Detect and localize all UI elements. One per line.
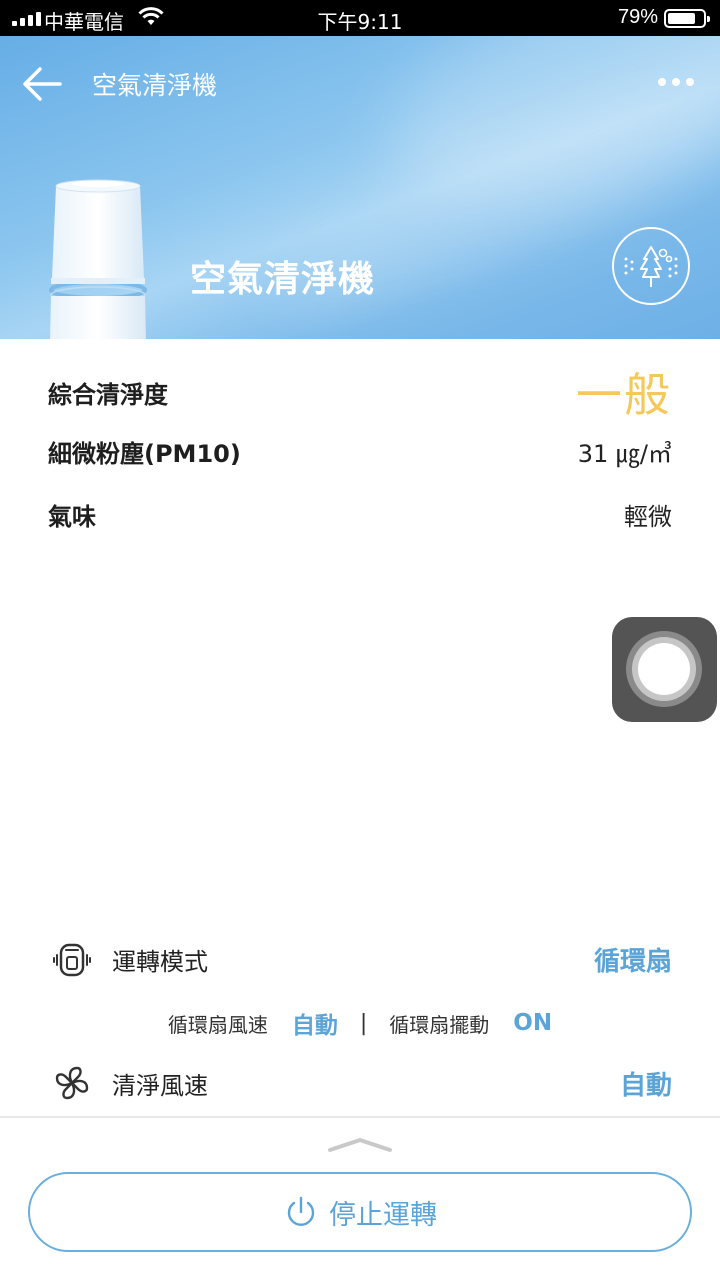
circulator-swing-label: 循環扇擺動 xyxy=(389,1012,490,1037)
air-purifier-image xyxy=(49,179,147,339)
odor-label: 氣味 xyxy=(48,502,96,531)
clean-speed-value[interactable]: 自動 xyxy=(620,1065,672,1102)
clock: 下午9:11 xyxy=(317,10,403,34)
operation-mode-label: 運轉模式 xyxy=(112,947,208,976)
battery-percent: 79% xyxy=(617,6,658,28)
clean-speed-label: 清淨風速 xyxy=(112,1071,208,1100)
status-bar: 中華電信 下午9:11 79% xyxy=(0,0,720,36)
purifier-mode-icon xyxy=(53,943,91,977)
circulator-speed-label: 循環扇風速 xyxy=(167,1012,268,1037)
power-icon xyxy=(287,1196,315,1226)
device-name: 空氣清淨機 xyxy=(190,259,376,300)
battery-fill xyxy=(668,13,695,24)
nav-title: 空氣清淨機 xyxy=(92,71,218,100)
circulator-swing-value[interactable]: ON xyxy=(513,1010,552,1036)
clean-speed-row[interactable]: 清淨風速 自動 xyxy=(48,1058,672,1108)
chevron-up-icon[interactable] xyxy=(326,1134,394,1154)
divider: | xyxy=(359,1010,368,1036)
pm10-row: 細微粉塵(PM10) 31 ㎍/㎥ xyxy=(48,431,672,471)
odor-value: 輕微 xyxy=(624,502,672,531)
stop-operation-button[interactable]: 停止運轉 xyxy=(28,1172,692,1252)
stop-operation-label: 停止運轉 xyxy=(329,1199,437,1231)
divider-line xyxy=(0,1116,720,1118)
back-arrow-icon[interactable] xyxy=(20,64,64,104)
tree-fresh-air-icon xyxy=(624,246,678,287)
overall-cleanliness-label: 綜合清淨度 xyxy=(48,380,168,409)
circulator-settings-row: 循環扇風速 自動 | 循環扇擺動 ON xyxy=(0,1003,720,1043)
device-header: 空氣清淨機 空氣清淨機 xyxy=(0,36,720,339)
overall-cleanliness-row: 綜合清淨度 一般 xyxy=(48,363,672,422)
circulator-speed-value[interactable]: 自動 xyxy=(292,1006,338,1040)
fan-icon xyxy=(55,1066,89,1100)
battery-icon xyxy=(664,9,710,28)
pm10-label: 細微粉塵(PM10) xyxy=(48,439,241,468)
operation-mode-row[interactable]: 運轉模式 循環扇 xyxy=(48,934,672,984)
pm10-value: 31 ㎍/㎥ xyxy=(577,439,672,468)
overall-cleanliness-value: 一般 xyxy=(576,368,672,422)
assistive-touch-button[interactable] xyxy=(612,617,717,722)
odor-row: 氣味 輕微 xyxy=(48,494,672,534)
operation-mode-value[interactable]: 循環扇 xyxy=(594,941,672,978)
fresh-air-mode-button[interactable] xyxy=(612,227,690,305)
more-options-icon[interactable] xyxy=(658,74,698,90)
